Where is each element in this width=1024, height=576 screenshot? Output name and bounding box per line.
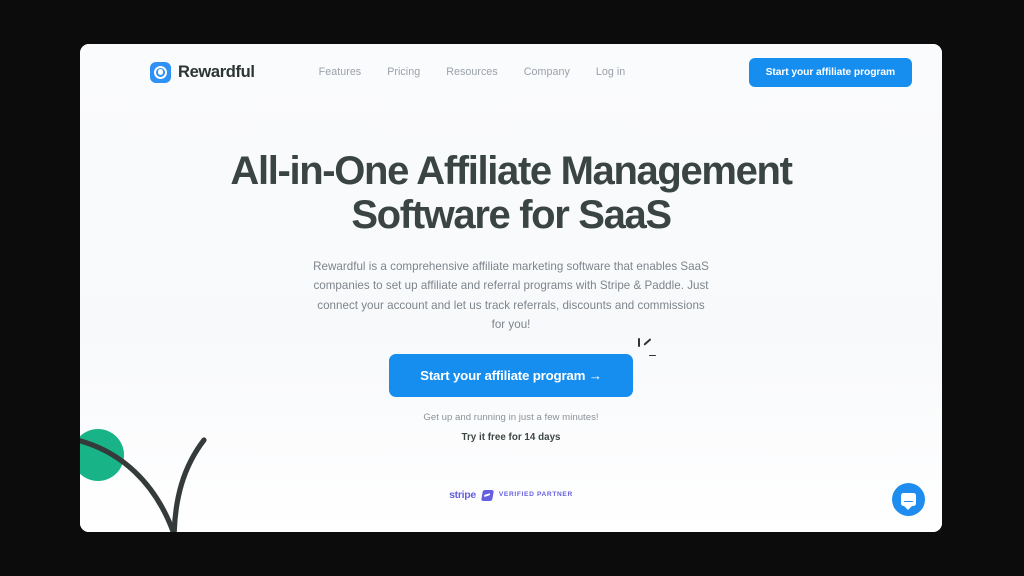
- cta-note: Get up and running in just a few minutes…: [423, 411, 599, 423]
- main-nav: Features Pricing Resources Company Log i…: [319, 66, 626, 78]
- bullseye-target-icon: [150, 61, 171, 83]
- stripe-wordmark: stripe: [449, 489, 476, 502]
- hero-title-line-2: Software for SaaS: [351, 193, 672, 237]
- hero-cta-wrapper: Start your affiliate program →: [389, 337, 656, 397]
- nav-item-features[interactable]: Features: [319, 66, 362, 78]
- nav-item-company[interactable]: Company: [524, 66, 570, 78]
- page-title: All-in-One Affiliate Management Software…: [181, 149, 841, 237]
- brand-logo[interactable]: Rewardful: [150, 61, 255, 83]
- stripe-verified-partner-badge: stripe VERIFIED PARTNER: [80, 490, 942, 501]
- chat-bubble-icon: [901, 493, 916, 510]
- brand-name: Rewardful: [178, 62, 255, 81]
- cta-trial-text: Try it free for 14 days: [461, 431, 561, 443]
- chat-launcher-button[interactable]: [892, 483, 925, 516]
- hero-title-line-1: All-in-One Affiliate Management: [230, 149, 793, 193]
- nav-item-login[interactable]: Log in: [596, 66, 625, 78]
- nav-item-pricing[interactable]: Pricing: [387, 66, 420, 78]
- header-start-affiliate-program-button[interactable]: Start your affiliate program: [748, 57, 912, 87]
- click-indicator-icon: [629, 337, 659, 364]
- nav-item-resources[interactable]: Resources: [446, 66, 498, 78]
- hero-section: All-in-One Affiliate Management Software…: [80, 149, 942, 443]
- hero-subtitle: Rewardful is a comprehensive affiliate m…: [313, 260, 709, 332]
- hero-start-affiliate-program-button[interactable]: Start your affiliate program →: [389, 353, 633, 397]
- site-header: Rewardful Features Pricing Resources Com…: [80, 44, 942, 100]
- screen-root: Rewardful Features Pricing Resources Com…: [0, 0, 1024, 576]
- browser-window: Rewardful Features Pricing Resources Com…: [80, 44, 942, 532]
- verified-partner-label: VERIFIED PARTNER: [498, 491, 573, 499]
- stripe-verified-badge-icon: [480, 490, 494, 501]
